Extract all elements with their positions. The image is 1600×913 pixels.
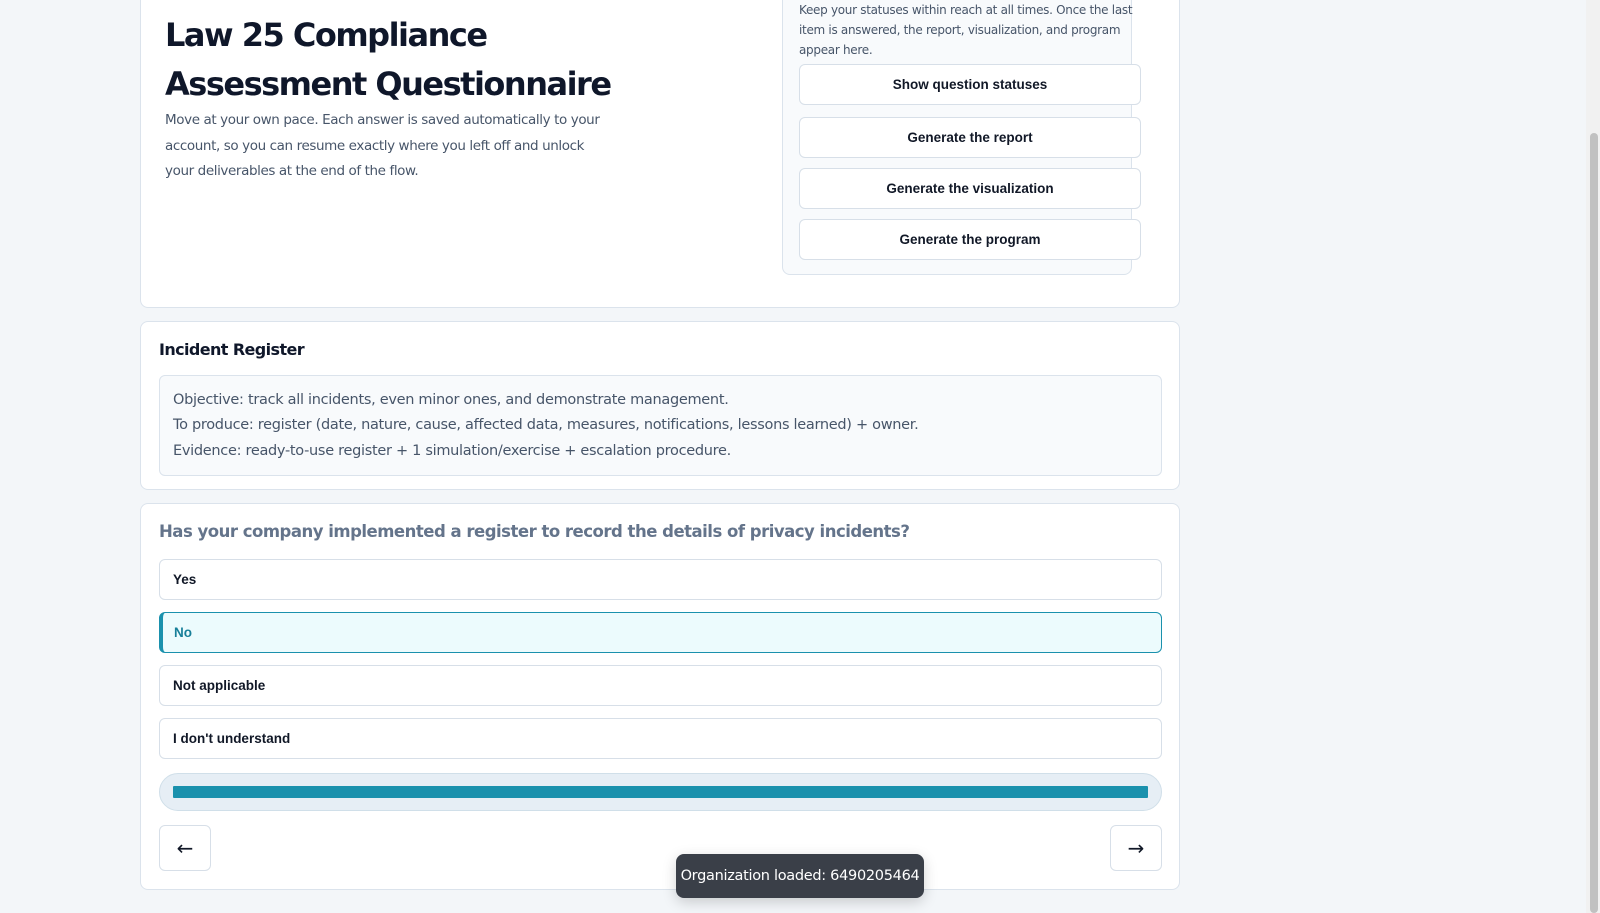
show-question-statuses-button[interactable]: Show question statuses bbox=[799, 64, 1141, 105]
toast-notification: Organization loaded: 6490205464 bbox=[676, 854, 924, 898]
section-evidence: Evidence: ready-to-use register + 1 simu… bbox=[173, 442, 731, 459]
answer-option-yes[interactable]: Yes bbox=[159, 559, 1162, 600]
progress-bar-fill bbox=[173, 786, 1148, 798]
question-card: Has your company implemented a register … bbox=[140, 503, 1180, 890]
next-question-button[interactable]: → bbox=[1110, 825, 1162, 871]
deliverables-panel-text: Keep your statuses within reach at all t… bbox=[799, 3, 1133, 57]
page-title: Law 25 Compliance Assessment Questionnai… bbox=[165, 16, 612, 103]
answer-option-no-selected[interactable]: No bbox=[159, 612, 1162, 653]
page-description: Move at your own pace. Each answer is sa… bbox=[165, 112, 600, 179]
generate-visualization-button[interactable]: Generate the visualization bbox=[799, 168, 1141, 209]
section-to-produce: To produce: register (date, nature, caus… bbox=[173, 417, 919, 434]
section-guidance-box: Objective: track all incidents, even min… bbox=[159, 375, 1162, 476]
previous-question-button[interactable]: ← bbox=[159, 825, 211, 871]
generate-report-button[interactable]: Generate the report bbox=[799, 117, 1141, 158]
answer-option-not-applicable[interactable]: Not applicable bbox=[159, 665, 1162, 706]
question-text: Has your company implemented a register … bbox=[159, 522, 910, 541]
generate-program-button[interactable]: Generate the program bbox=[799, 219, 1141, 260]
scrollbar-thumb[interactable] bbox=[1590, 133, 1598, 913]
answer-option-dont-understand[interactable]: I don't understand bbox=[159, 718, 1162, 759]
questionnaire-header-card: Law 25 Compliance Assessment Questionnai… bbox=[140, 0, 1180, 308]
section-title: Incident Register bbox=[159, 340, 305, 359]
progress-bar bbox=[159, 773, 1162, 811]
section-card: Incident Register Objective: track all i… bbox=[140, 321, 1180, 490]
deliverables-panel: Keep your statuses within reach at all t… bbox=[782, 0, 1141, 275]
section-objective: Objective: track all incidents, even min… bbox=[173, 392, 729, 408]
